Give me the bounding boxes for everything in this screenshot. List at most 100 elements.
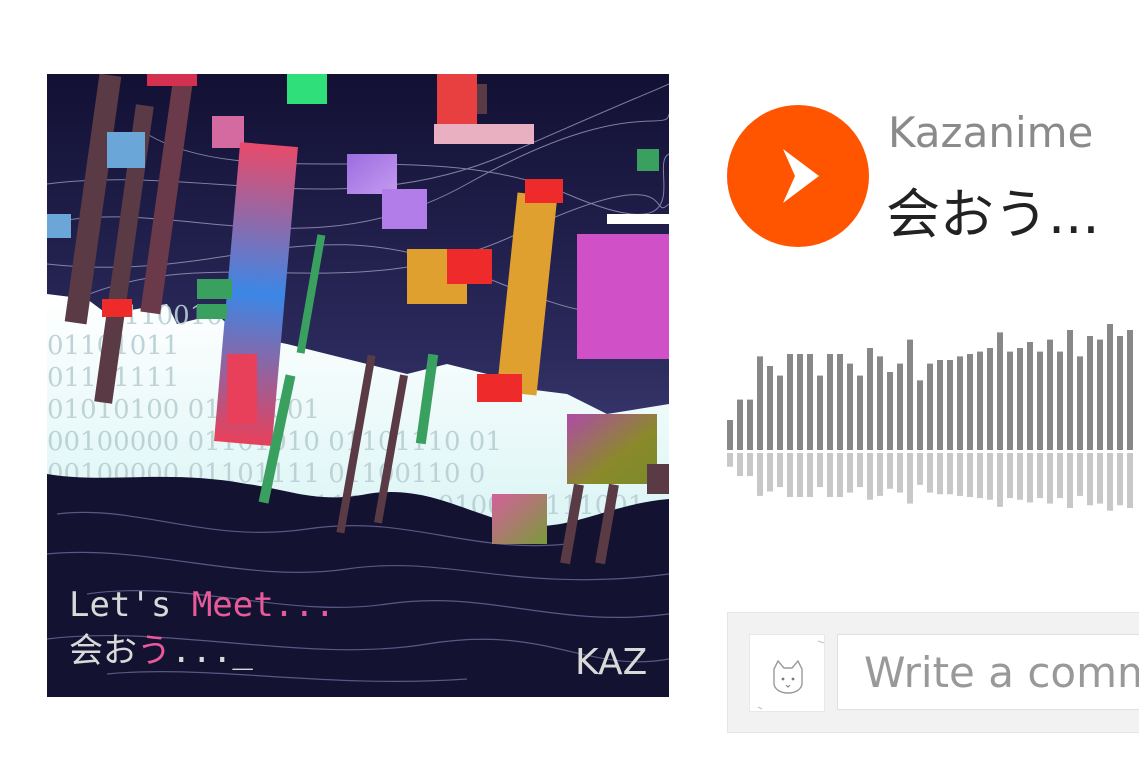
waveform-bar <box>1127 330 1133 450</box>
art-subtitle-prefix: 会お <box>69 631 137 671</box>
waveform-bar <box>897 363 903 450</box>
artwork-image: 01100100011010110110111101010100 0110100… <box>47 74 669 697</box>
art-title-highlight: Meet... <box>192 585 335 625</box>
waveform-bar-reflection <box>737 453 743 477</box>
waveform-bar-reflection <box>1087 453 1093 506</box>
waveform-bar <box>797 354 803 450</box>
waveform-bar <box>957 356 963 450</box>
waveform-bar <box>1117 336 1123 450</box>
waveform-bars <box>727 324 1133 511</box>
waveform-bar <box>867 348 873 450</box>
waveform-bar-reflection <box>1107 453 1113 511</box>
waveform-bar-reflection <box>1057 453 1063 499</box>
waveform-bar <box>807 354 813 450</box>
waveform-bar <box>917 380 923 450</box>
waveform-bar <box>827 354 833 450</box>
waveform-bar <box>1037 351 1043 450</box>
waveform-bar-reflection <box>1077 453 1083 496</box>
waveform-bar-reflection <box>887 453 893 489</box>
album-artwork[interactable]: 01100100011010110110111101010100 0110100… <box>47 74 669 697</box>
waveform-bar-reflection <box>1007 453 1013 499</box>
waveform-bar <box>887 372 893 450</box>
waveform-bar <box>1027 342 1033 450</box>
waveform-bar <box>787 354 793 450</box>
waveform-bar <box>727 420 733 450</box>
waveform-bar-reflection <box>777 453 783 488</box>
waveform-bar-reflection <box>1127 453 1133 508</box>
waveform-bar-reflection <box>967 453 973 497</box>
waveform-bar-reflection <box>757 453 763 496</box>
waveform-bar <box>1057 351 1063 450</box>
waveform-bar <box>1047 339 1053 450</box>
waveform-bar-reflection <box>727 453 733 467</box>
waveform-bar <box>907 339 913 450</box>
waveform-bar <box>877 356 883 450</box>
waveform-bar <box>817 375 823 450</box>
waveform-bar-reflection <box>837 453 843 497</box>
waveform-bar-reflection <box>1117 453 1123 506</box>
art-subtitle-highlight: う <box>137 631 171 671</box>
waveform-bar <box>757 356 763 450</box>
waveform-bar-reflection <box>907 453 913 504</box>
waveform-bar-reflection <box>937 453 943 495</box>
waveform[interactable] <box>727 315 1139 515</box>
track-title[interactable]: 会おう... <box>886 170 1100 249</box>
waveform-bar <box>1107 324 1113 450</box>
comment-bar <box>727 612 1139 733</box>
waveform-bar-reflection <box>997 453 1003 507</box>
waveform-bar-reflection <box>897 453 903 493</box>
waveform-bar <box>997 332 1003 450</box>
comment-input[interactable] <box>837 634 1139 710</box>
waveform-bar-reflection <box>987 453 993 500</box>
waveform-bar-reflection <box>1027 453 1033 503</box>
play-icon <box>783 149 819 203</box>
waveform-bar <box>847 363 853 450</box>
waveform-bar <box>837 354 843 450</box>
waveform-bar <box>737 399 743 450</box>
art-signature: KAZ <box>575 642 647 683</box>
waveform-bar-reflection <box>817 453 823 488</box>
waveform-bar <box>987 348 993 450</box>
waveform-bar-reflection <box>857 453 863 488</box>
waveform-bar <box>977 351 983 450</box>
waveform-bar-reflection <box>847 453 853 493</box>
waveform-bar <box>1097 339 1103 450</box>
svg-text:会おう..._: 会おう..._ <box>69 631 253 671</box>
waveform-bar <box>747 399 753 450</box>
waveform-bar-reflection <box>807 453 813 497</box>
waveform-bar-reflection <box>797 453 803 497</box>
waveform-bar-reflection <box>827 453 833 497</box>
waveform-bar-reflection <box>877 453 883 496</box>
waveform-bar-reflection <box>1017 453 1023 500</box>
waveform-bar <box>767 366 773 450</box>
waveform-bar <box>947 360 953 450</box>
waveform-bar <box>967 354 973 450</box>
waveform-bar-reflection <box>787 453 793 497</box>
waveform-bar-reflection <box>927 453 933 493</box>
waveform-bar-reflection <box>747 453 753 477</box>
waveform-bar <box>777 375 783 450</box>
fox-avatar-icon <box>757 640 824 710</box>
waveform-bar-reflection <box>957 453 963 496</box>
waveform-bar-reflection <box>1037 453 1043 499</box>
svg-text:Let's Meet...: Let's Meet... <box>69 585 335 625</box>
play-button[interactable] <box>727 105 869 247</box>
waveform-bar-reflection <box>867 453 873 500</box>
waveform-bar-reflection <box>917 453 923 485</box>
waveform-bar-reflection <box>1097 453 1103 504</box>
waveform-bar-reflection <box>767 453 773 492</box>
waveform-bar-reflection <box>1067 453 1073 508</box>
artist-name[interactable]: Kazanime <box>888 108 1093 157</box>
waveform-bar <box>937 360 943 450</box>
waveform-bar <box>927 363 933 450</box>
waveform-bar-reflection <box>947 453 953 495</box>
user-avatar[interactable] <box>749 634 825 712</box>
art-title-prefix: Let's <box>69 585 192 625</box>
waveform-bar <box>1017 348 1023 450</box>
waveform-bar <box>1007 351 1013 450</box>
waveform-bar <box>1077 356 1083 450</box>
waveform-bar <box>1067 330 1073 450</box>
waveform-bar <box>857 375 863 450</box>
waveform-bar-reflection <box>977 453 983 499</box>
waveform-bar <box>1087 336 1093 450</box>
